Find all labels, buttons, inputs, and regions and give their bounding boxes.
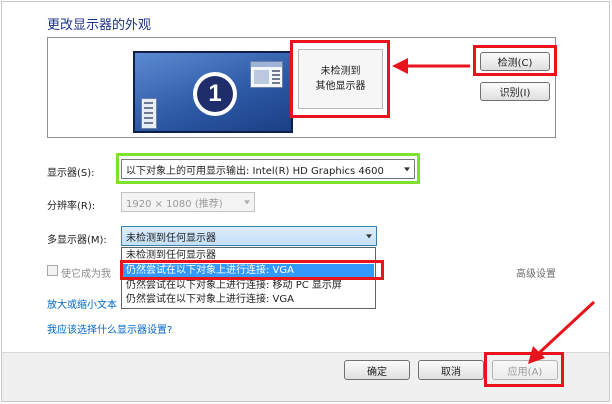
arrow-line-diagonal xyxy=(537,300,596,355)
annotation-arrows xyxy=(392,58,596,364)
arrow-head-left xyxy=(392,58,408,74)
